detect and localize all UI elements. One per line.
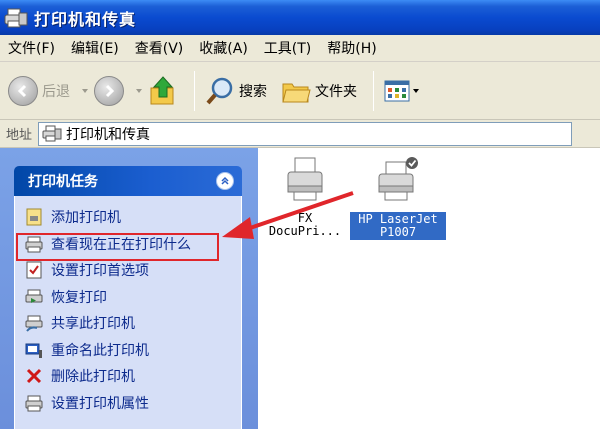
window-title: 打印机和传真 [34, 9, 137, 29]
add-printer-icon [26, 208, 42, 226]
task-label: 共享此打印机 [51, 316, 135, 333]
search-icon [206, 77, 233, 104]
address-label: 地址 [6, 128, 33, 143]
menu-view[interactable]: 查看(V) [135, 38, 184, 58]
views-button[interactable] [384, 79, 425, 103]
rename-printer-icon [25, 343, 42, 358]
printer-name: HP LaserJet P1007 [350, 212, 446, 240]
up-folder-icon [150, 75, 174, 104]
views-dropdown-icon[interactable] [413, 88, 419, 93]
delete-printer-icon [26, 369, 42, 384]
search-button[interactable]: 搜索 [205, 76, 267, 106]
forward-button[interactable] [94, 75, 124, 106]
task-share-printer[interactable]: 共享此打印机 [25, 310, 241, 337]
views-icon [384, 80, 410, 101]
task-label: 设置打印首选项 [51, 263, 149, 280]
back-arrow-icon [8, 75, 38, 106]
printer-fax-icon [42, 125, 62, 141]
folders-button[interactable]: 文件夹 [281, 77, 357, 105]
print-preferences-icon [26, 261, 42, 279]
printer-tasks-title: 打印机任务 [28, 174, 98, 190]
printer-properties-icon [25, 395, 43, 412]
printer-item-fx[interactable]: FX DocuPri... [260, 156, 350, 238]
printer-icon [287, 157, 323, 201]
forward-arrow-icon [94, 75, 124, 106]
task-delete-printer[interactable]: 删除此打印机 [25, 363, 241, 390]
back-dropdown-icon[interactable] [82, 88, 88, 93]
back-label: 后退 [42, 83, 70, 100]
folders-label: 文件夹 [315, 83, 357, 100]
toolbar: 后退 搜索 文件夹 [0, 62, 600, 120]
toolbar-separator [373, 70, 374, 111]
task-add-printer[interactable]: 添加打印机 [25, 204, 241, 231]
toolbar-separator [194, 70, 195, 111]
task-label: 恢复打印 [51, 289, 107, 306]
task-rename-printer[interactable]: 重命名此打印机 [25, 337, 241, 364]
printer-name: FX DocuPri... [260, 212, 350, 238]
printer-item-hp-laserjet[interactable]: HP LaserJet P1007 [350, 156, 446, 240]
printer-fax-app-icon [4, 8, 28, 27]
task-label: 设置打印机属性 [51, 395, 149, 412]
address-bar: 地址 打印机和传真 [0, 120, 600, 148]
folders-icon [282, 83, 311, 102]
collapse-icon[interactable] [216, 172, 234, 190]
resume-printing-icon [25, 289, 43, 303]
printer-tasks-header[interactable]: 打印机任务 [14, 166, 242, 196]
printer-name-line2: P1007 [379, 225, 417, 239]
printer-tasks-group: 打印机任务 添加打印机 查看现在正在打印什么 设置打印首选项 恢复打印 共享此打… [14, 166, 242, 429]
address-field[interactable]: 打印机和传真 [38, 121, 573, 146]
task-label: 重命名此打印机 [51, 342, 149, 359]
menu-tools[interactable]: 工具(T) [264, 38, 311, 58]
menu-favorites[interactable]: 收藏(A) [199, 38, 248, 58]
up-folder-button[interactable] [148, 75, 178, 107]
forward-dropdown-icon[interactable] [136, 88, 142, 93]
menu-edit[interactable]: 编辑(E) [71, 38, 119, 58]
menu-file[interactable]: 文件(F) [8, 38, 55, 58]
menu-help[interactable]: 帮助(H) [327, 38, 376, 58]
task-pane: 打印机任务 添加打印机 查看现在正在打印什么 设置打印首选项 恢复打印 共享此打… [0, 148, 258, 429]
highlight-box [16, 233, 219, 261]
task-printer-properties[interactable]: 设置打印机属性 [25, 390, 241, 417]
search-label: 搜索 [239, 83, 267, 100]
share-printer-icon [25, 315, 43, 332]
menu-bar: 文件(F) 编辑(E) 查看(V) 收藏(A) 工具(T) 帮助(H) [0, 35, 600, 62]
default-printer-icon [378, 157, 418, 201]
printer-name-line2: DocuPri... [268, 224, 342, 238]
printer-list-view: FX DocuPri... HP LaserJet P1007 [258, 148, 600, 429]
back-button[interactable]: 后退 [8, 75, 70, 106]
task-label: 删除此打印机 [51, 369, 135, 386]
title-bar: 打印机和传真 [0, 0, 600, 35]
address-value: 打印机和传真 [66, 126, 151, 143]
task-label: 添加打印机 [51, 210, 121, 227]
printer-tasks-list: 添加打印机 查看现在正在打印什么 设置打印首选项 恢复打印 共享此打印机 重命名… [14, 196, 242, 429]
task-resume-printing[interactable]: 恢复打印 [25, 284, 241, 311]
